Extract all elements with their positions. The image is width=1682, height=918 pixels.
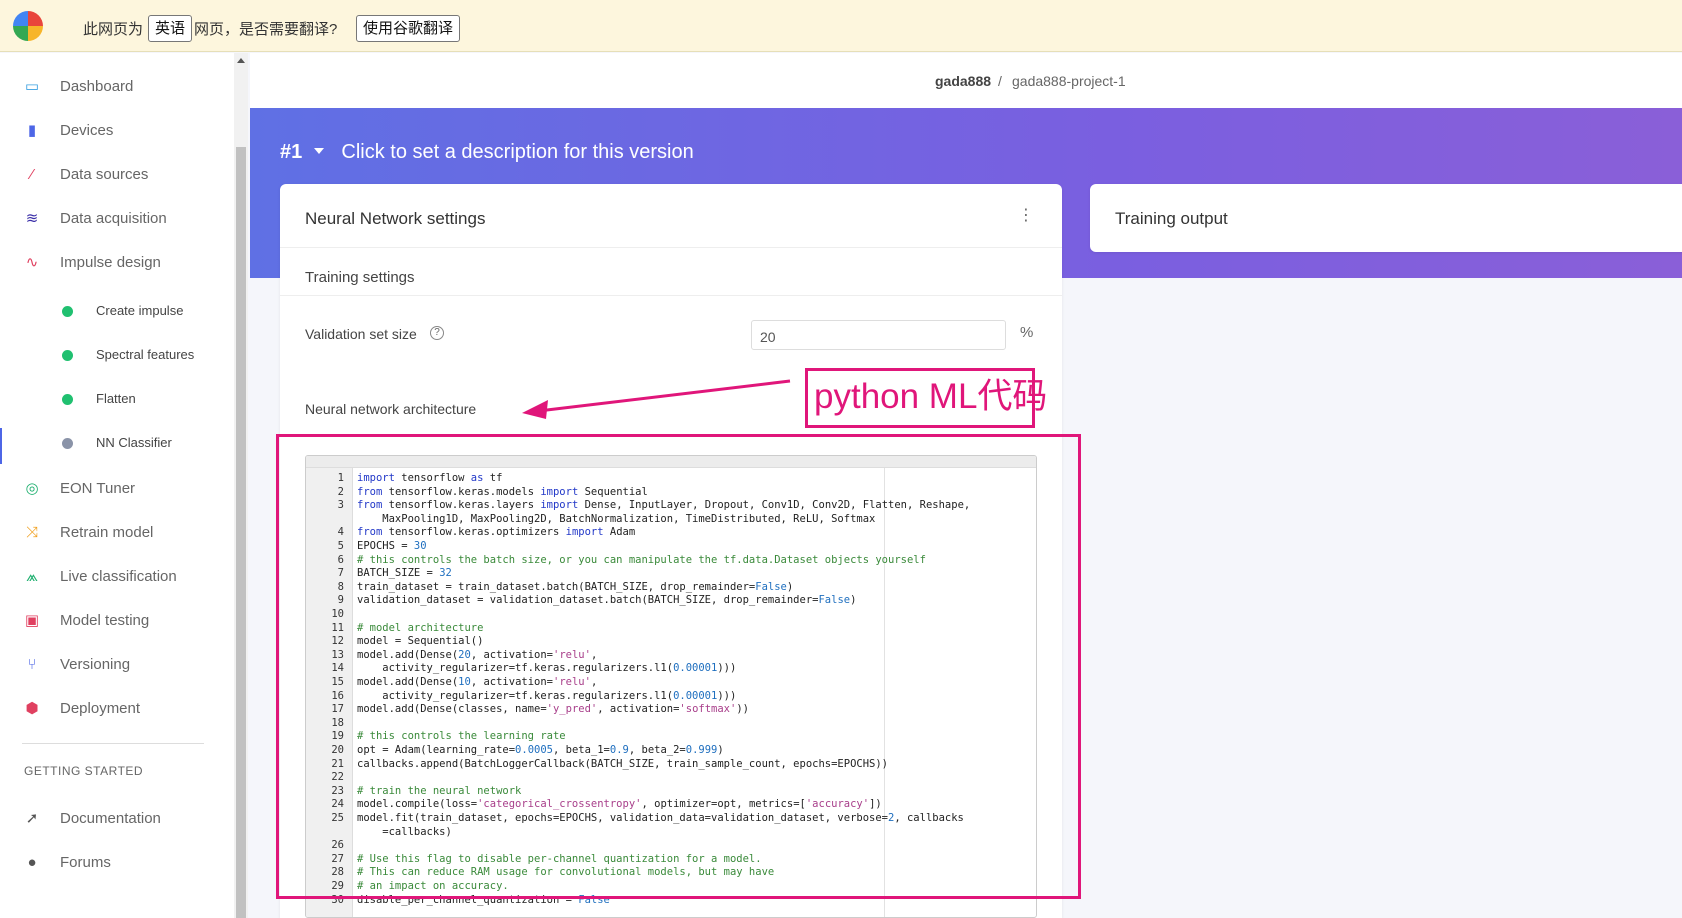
shuffle-icon: ⤨	[25, 524, 38, 541]
nn-settings-title: Neural Network settings	[305, 209, 486, 228]
cube-icon: ⬢	[25, 700, 39, 717]
status-dot-icon	[62, 394, 73, 405]
annotation-highlight-box	[276, 434, 1081, 899]
sidebar-item-model-testing[interactable]: ▣ Model testing	[0, 606, 234, 636]
translate-button[interactable]: 使用谷歌翻译	[356, 15, 461, 42]
validation-set-label: Validation set size	[305, 326, 417, 342]
status-dot-icon	[62, 350, 73, 361]
rocket-icon: ➚	[25, 810, 39, 827]
antenna-icon: ⩕	[26, 568, 38, 585]
sidebar-item-label: Forums	[60, 854, 111, 871]
database-icon: ≋	[25, 210, 39, 227]
sidebar-subitem-label: NN Classifier	[96, 435, 172, 450]
target-icon: ◎	[25, 480, 39, 497]
sidebar-item-label: Data sources	[60, 166, 149, 183]
branch-icon: ⑂	[27, 656, 37, 673]
annotation-callout: python ML代码	[805, 368, 1047, 428]
pulse-icon: ∿	[25, 254, 39, 271]
sidebar-subitem-flatten[interactable]: Flatten	[0, 386, 234, 412]
breadcrumb-user[interactable]: gada888	[935, 73, 991, 89]
sidebar-item-data-acquisition[interactable]: ≋ Data acquisition	[0, 204, 234, 234]
more-menu-icon[interactable]: ⋮	[1018, 208, 1034, 224]
help-icon[interactable]: ?	[430, 326, 444, 340]
scrollbar-thumb[interactable]	[236, 147, 246, 918]
sidebar-item-documentation[interactable]: ➚ Documentation	[0, 804, 234, 834]
status-dot-icon	[62, 306, 73, 317]
sidebar-item-label: Model testing	[60, 612, 150, 629]
wand-icon: ⁄	[30, 166, 34, 183]
sidebar-item-eon-tuner[interactable]: ◎ EON Tuner	[0, 474, 234, 504]
breadcrumb: gada888 / gada888-project-1	[250, 53, 1682, 108]
architecture-label: Neural network architecture	[305, 401, 477, 417]
validation-set-input[interactable]: 20	[751, 320, 1006, 350]
language-button[interactable]: 英语	[148, 15, 193, 42]
sidebar-item-retrain-model[interactable]: ⤨ Retrain model	[0, 518, 234, 548]
sidebar-subitem-create-impulse[interactable]: Create impulse	[0, 298, 234, 324]
translate-prefix: 此网页为	[83, 21, 144, 38]
sidebar-item-live-classification[interactable]: ⩕ Live classification	[0, 562, 234, 592]
version-number[interactable]: #1	[280, 141, 302, 163]
sidebar-item-versioning[interactable]: ⑂ Versioning	[0, 650, 234, 680]
sidebar-item-label: Impulse design	[60, 254, 161, 271]
translate-bar: 此网页为 英语 网页，是否需要翻译? 使用谷歌翻译	[0, 0, 1682, 52]
sidebar-item-forums[interactable]: ● Forums	[0, 848, 234, 878]
sidebar-item-label: Deployment	[60, 700, 141, 717]
version-dropdown-icon[interactable]	[313, 147, 324, 154]
sidebar-subitem-label: Create impulse	[96, 303, 184, 318]
translate-question: 网页，是否需要翻译?	[194, 21, 338, 38]
version-description[interactable]: Click to set a description for this vers…	[341, 141, 693, 163]
sidebar-item-label: Live classification	[60, 568, 177, 585]
sidebar-subitem-nn-classifier[interactable]: NN Classifier	[0, 430, 234, 456]
status-dot-icon	[62, 438, 73, 449]
sidebar-item-label: Retrain model	[60, 524, 154, 541]
validation-unit: %	[1020, 324, 1034, 341]
training-settings-heading: Training settings	[305, 269, 415, 286]
sidebar-subitem-spectral-features[interactable]: Spectral features	[0, 342, 234, 368]
sidebar-subitem-label: Spectral features	[96, 347, 195, 362]
sidebar-item-devices[interactable]: ▮ Devices	[0, 116, 234, 146]
training-output-card: Training output	[1090, 184, 1682, 252]
chrome-logo-icon	[13, 11, 43, 41]
training-output-title: Training output	[1115, 209, 1228, 228]
breadcrumb-project[interactable]: gada888-project-1	[1012, 73, 1126, 89]
breadcrumb-separator: /	[998, 73, 1002, 89]
sidebar-item-label: Versioning	[60, 656, 131, 673]
sidebar-subitem-label: Flatten	[96, 391, 136, 406]
section-heading: GETTING STARTED	[24, 764, 144, 778]
monitor-icon: ▭	[24, 78, 40, 95]
sidebar-item-impulse-design[interactable]: ∿ Impulse design	[0, 248, 234, 278]
sidebar-item-label: Data acquisition	[60, 210, 167, 227]
sidebar-item-deployment[interactable]: ⬢ Deployment	[0, 694, 234, 724]
sidebar-item-data-sources[interactable]: ⁄ Data sources	[0, 160, 234, 190]
chat-icon: ●	[27, 854, 37, 871]
sidebar-item-label: EON Tuner	[60, 480, 136, 497]
sidebar-divider	[22, 743, 204, 744]
sidebar-item-label: Documentation	[60, 810, 161, 827]
sidebar-item-label: Devices	[60, 122, 114, 139]
clipboard-icon: ▣	[24, 612, 40, 629]
sidebar-item-label: Dashboard	[60, 78, 134, 95]
chip-icon: ▮	[27, 122, 37, 139]
sidebar-scrollbar[interactable]	[234, 53, 248, 918]
annotation-arrow-icon	[522, 379, 791, 419]
sidebar-item-dashboard[interactable]: ▭ Dashboard	[0, 72, 234, 102]
